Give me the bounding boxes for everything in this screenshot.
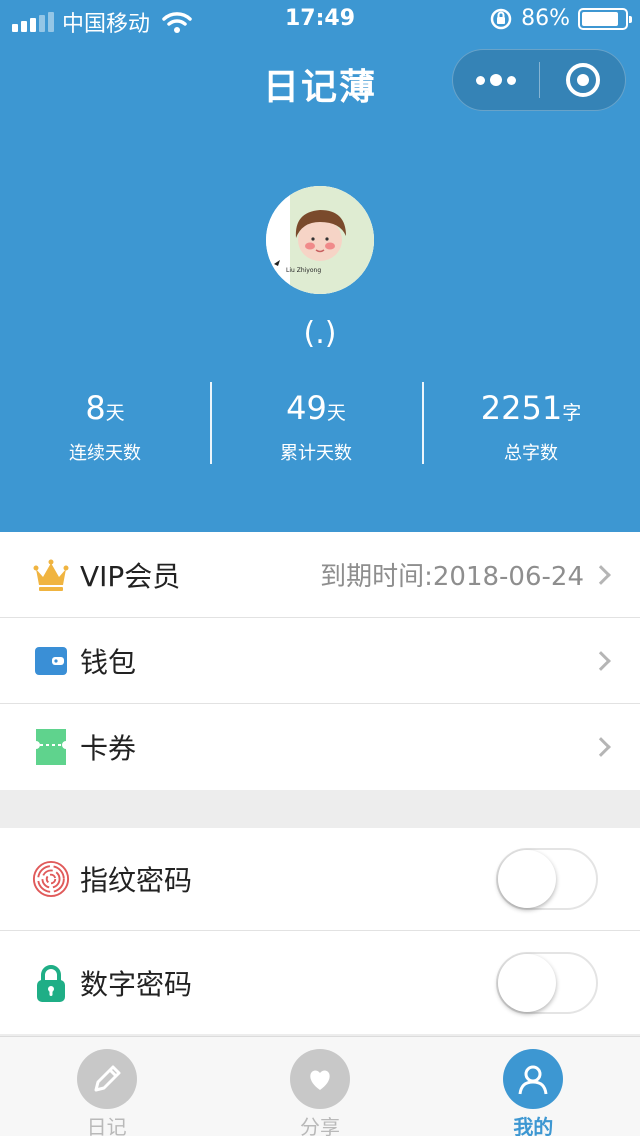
close-miniprogram-button[interactable] xyxy=(540,50,625,110)
menu-item-label: VIP会员 xyxy=(80,559,181,593)
avatar-image: Liu Zhiyong xyxy=(266,186,374,294)
chevron-right-icon xyxy=(591,650,611,671)
setting-label: 指纹密码 xyxy=(80,864,193,897)
tab-bar: 日记 分享 我的 xyxy=(0,1036,640,1136)
profile-header: 中国移动 17:49 86% 日记薄 Liu Zhiyong (.) 8天 连续… xyxy=(0,0,640,532)
stat-streak-days: 8天 连续天数 xyxy=(0,382,210,464)
avatar[interactable]: Liu Zhiyong xyxy=(266,186,374,294)
tab-label: 日记 xyxy=(86,1115,127,1136)
miniprogram-capsule xyxy=(452,49,626,111)
stat-unit: 字 xyxy=(562,402,582,424)
nav-bar: 日记薄 xyxy=(0,40,640,124)
chevron-right-icon xyxy=(591,737,611,757)
stat-value: 8 xyxy=(85,389,106,427)
stat-total-days: 49天 累计天数 xyxy=(210,382,422,464)
vip-expiry-value: 到期时间:2018-06-24 xyxy=(320,562,584,592)
stat-value: 49 xyxy=(286,389,327,427)
menu-item-vip[interactable]: VIP会员 到期时间:2018-06-24 xyxy=(0,532,640,618)
user-icon xyxy=(503,1049,564,1109)
tab-share[interactable]: 分享 xyxy=(213,1037,426,1136)
stat-word-count: 2251字 总字数 xyxy=(422,382,640,464)
wallet-icon xyxy=(32,642,70,680)
toggle-knob xyxy=(498,850,556,908)
account-menu: VIP会员 到期时间:2018-06-24 钱包 卡券 xyxy=(0,532,640,790)
target-icon xyxy=(565,63,600,97)
tab-label: 分享 xyxy=(299,1115,340,1136)
security-menu: 指纹密码 数字密码 xyxy=(0,828,640,1034)
toggle-knob xyxy=(498,953,556,1012)
svg-text:Liu Zhiyong: Liu Zhiyong xyxy=(286,267,321,274)
stat-value: 2251 xyxy=(480,389,563,427)
tab-mine[interactable]: 我的 xyxy=(427,1037,640,1136)
ticket-icon xyxy=(32,728,70,766)
menu-item-coupons[interactable]: 卡券 xyxy=(0,704,640,790)
stat-label: 连续天数 xyxy=(69,443,141,464)
nickname: (.) xyxy=(303,316,337,351)
battery-icon xyxy=(578,7,632,30)
tab-label: 我的 xyxy=(513,1115,554,1136)
chevron-right-icon xyxy=(591,564,611,585)
stat-label: 总字数 xyxy=(504,443,558,464)
status-bar: 中国移动 17:49 86% xyxy=(0,0,640,40)
battery-percent: 86% xyxy=(521,6,570,31)
stat-unit: 天 xyxy=(326,402,346,424)
menu-item-wallet[interactable]: 钱包 xyxy=(0,618,640,704)
heart-bubble-icon xyxy=(289,1049,350,1109)
stat-label: 累计天数 xyxy=(280,443,352,464)
pencil-icon xyxy=(76,1049,137,1109)
stats-row: 8天 连续天数 49天 累计天数 2251字 总字数 xyxy=(0,382,640,464)
setting-label: 数字密码 xyxy=(80,967,193,1001)
tab-diary[interactable]: 日记 xyxy=(0,1037,213,1136)
lock-icon xyxy=(32,964,70,1002)
stat-unit: 天 xyxy=(105,402,125,424)
menu-item-label: 钱包 xyxy=(80,645,137,679)
pin-toggle[interactable] xyxy=(496,951,598,1014)
setting-fingerprint-password: 指纹密码 xyxy=(0,828,640,931)
fingerprint-icon xyxy=(32,860,70,898)
orientation-lock-icon xyxy=(490,8,512,29)
fingerprint-toggle[interactable] xyxy=(496,848,598,910)
crown-icon xyxy=(32,556,70,594)
more-button[interactable] xyxy=(453,50,539,110)
setting-pin-password: 数字密码 xyxy=(0,931,640,1034)
menu-item-label: 卡券 xyxy=(80,732,137,765)
